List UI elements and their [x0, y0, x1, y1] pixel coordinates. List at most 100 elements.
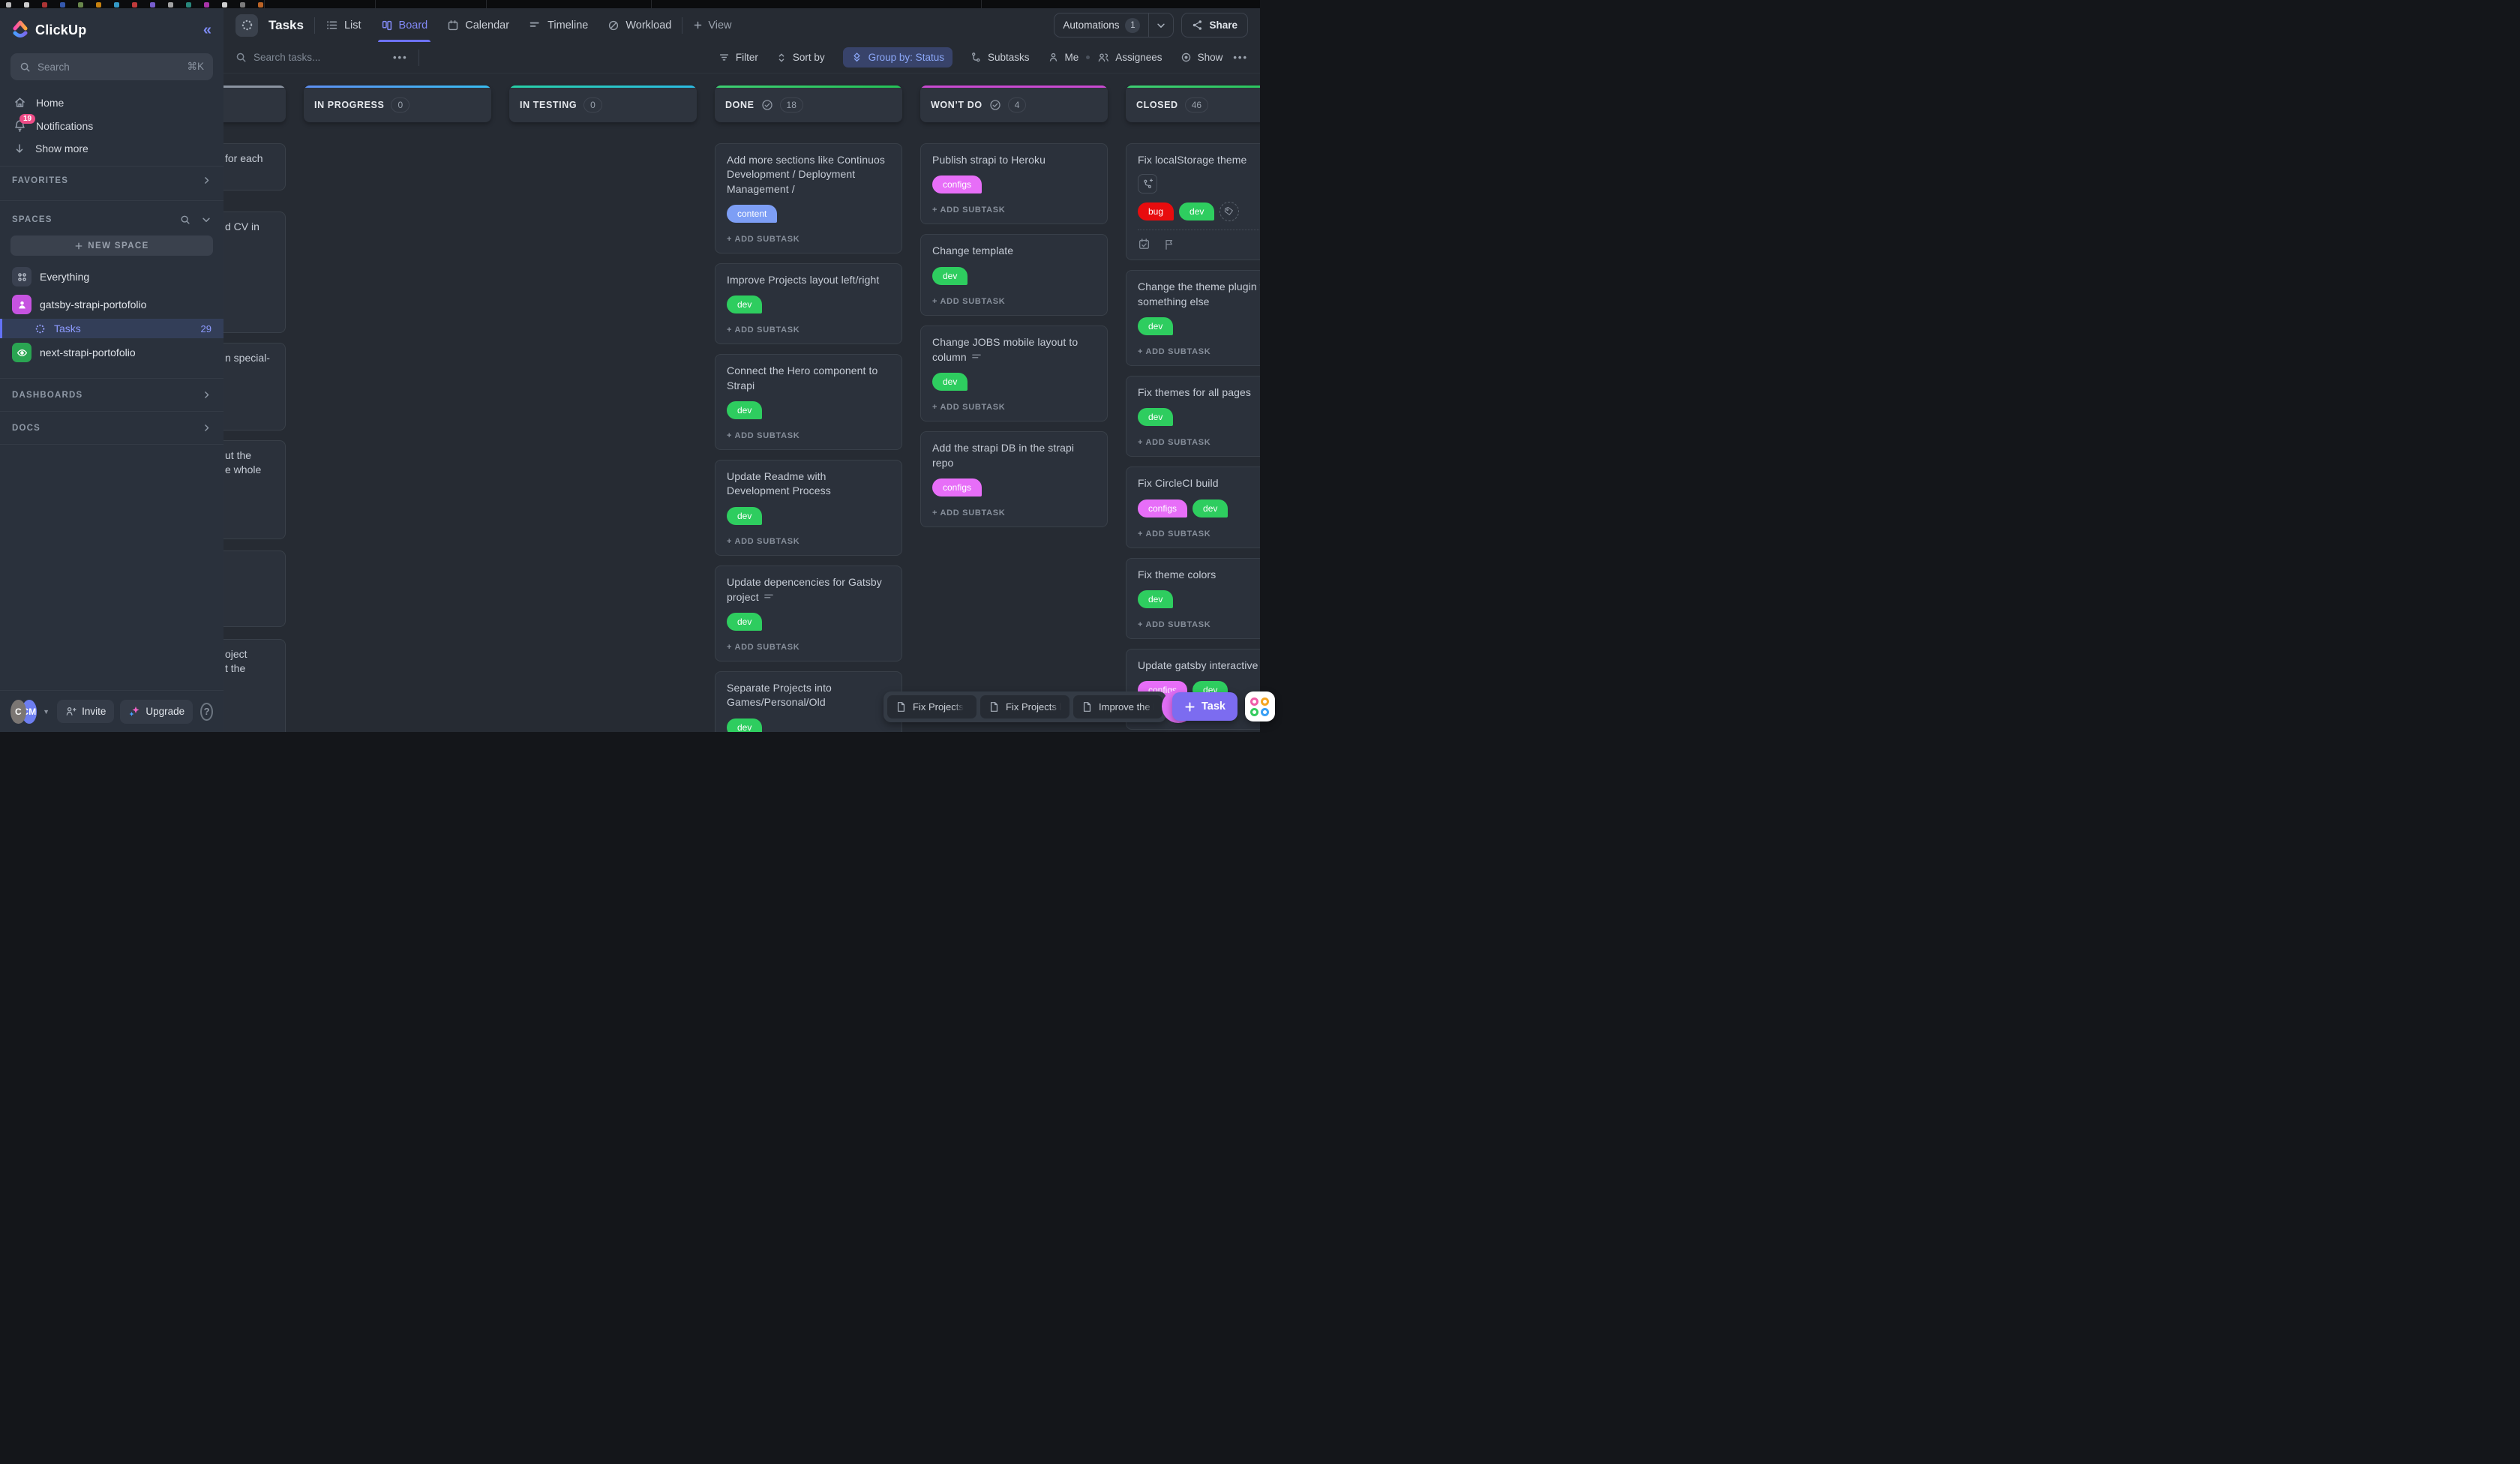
task-card[interactable]: Add more sections like Continuos Develop…	[715, 143, 902, 254]
sidebar-space-next-strapi-portofolio[interactable]: next-strapi-portofolio	[0, 339, 224, 366]
task-card[interactable]: Connect the Hero component to Strapidev+…	[715, 354, 902, 450]
tab-timeline[interactable]: Timeline	[529, 8, 588, 42]
task-card[interactable]: for each	[224, 143, 286, 190]
sidebar-section-dashboards[interactable]: DASHBOARDS	[0, 379, 224, 411]
tag-dev[interactable]: dev	[727, 613, 762, 631]
column-header[interactable]: IN TESTING0	[509, 86, 697, 122]
share-button[interactable]: Share	[1181, 13, 1248, 38]
column-header[interactable]: WON’T DO4	[920, 86, 1108, 122]
help-button[interactable]: ?	[200, 703, 213, 721]
tag-configs[interactable]: configs	[1138, 500, 1187, 518]
column-header[interactable]: DONE18	[715, 86, 902, 122]
task-card[interactable]: oject t the	[224, 639, 286, 732]
toolbar-me[interactable]: Me	[1048, 52, 1079, 63]
add-subtask-button[interactable]: + ADD SUBTASK	[1138, 620, 1260, 629]
tag-dev[interactable]: dev	[1179, 202, 1214, 220]
clickup-apps-button[interactable]	[1245, 692, 1275, 722]
add-subtask-button[interactable]: + ADD SUBTASK	[727, 431, 890, 440]
task-card[interactable]: Fix theme colorsdev+ ADD SUBTASK	[1126, 558, 1260, 639]
sidebar-space-gatsby-strapi-portofolio[interactable]: gatsby-strapi-portofolio	[0, 291, 224, 318]
sidebar-search-input[interactable]: Search ⌘K	[10, 53, 213, 80]
tag-dev[interactable]: dev	[1138, 590, 1173, 608]
task-card[interactable]: n special-	[224, 343, 286, 430]
search-icon[interactable]	[180, 214, 190, 225]
tag-configs[interactable]: configs	[932, 176, 982, 194]
task-card[interactable]: Change JOBS mobile layout to columndev+ …	[920, 326, 1108, 422]
add-subtask-button[interactable]: + ADD SUBTASK	[932, 297, 1096, 306]
task-card[interactable]: Change the theme plugin with something e…	[1126, 270, 1260, 366]
tag-dev[interactable]: dev	[727, 718, 762, 732]
sidebar-space-everything[interactable]: Everything	[0, 263, 224, 290]
sidebar-space-tasks[interactable]: Tasks29	[0, 319, 224, 338]
tag-dev[interactable]: dev	[1138, 317, 1173, 335]
tag-dev[interactable]: dev	[727, 296, 762, 314]
more-icon[interactable]: •••	[1233, 52, 1248, 63]
tab-calendar[interactable]: Calendar	[447, 8, 509, 42]
task-card[interactable]: Improve Projects layout left/rightdev+ A…	[715, 263, 902, 344]
priority-flag-icon[interactable]	[1163, 238, 1175, 250]
add-tag-button[interactable]	[1219, 201, 1240, 223]
task-card[interactable]: Change templatedev+ ADD SUBTASK	[920, 234, 1108, 315]
add-subtask-button[interactable]: + ADD SUBTASK	[932, 403, 1096, 412]
minimized-task-fix-projects-leyo[interactable]: Fix Projects leyo	[980, 695, 1070, 718]
tag-dev[interactable]: dev	[932, 267, 968, 285]
collapse-sidebar-button[interactable]: «	[203, 22, 212, 38]
task-card[interactable]: ut the e whole	[224, 440, 286, 539]
sidebar-section-favorites[interactable]: FAVORITES	[0, 166, 224, 194]
more-icon[interactable]: •••	[393, 52, 408, 63]
tab-board[interactable]: Board	[381, 8, 428, 42]
task-card[interactable]: d CV in	[224, 212, 286, 333]
automations-button[interactable]: Automations 1	[1054, 13, 1174, 38]
column-header[interactable]: IN PROGRESS0	[304, 86, 491, 122]
sidebar-item-home[interactable]: Home	[0, 91, 224, 114]
tag-configs[interactable]: configs	[932, 478, 982, 496]
chevron-down-icon[interactable]	[201, 214, 212, 225]
tag-dev[interactable]: dev	[1192, 500, 1228, 518]
toolbar-show[interactable]: Show	[1180, 52, 1223, 63]
sidebar-section-spaces[interactable]: SPACES	[0, 206, 224, 234]
add-subtask-button[interactable]: + ADD SUBTASK	[1138, 438, 1260, 447]
toolbar-filter[interactable]: Filter	[718, 52, 758, 63]
tab-workload[interactable]: Workload	[608, 8, 671, 42]
add-subtask-button[interactable]: + ADD SUBTASK	[1138, 530, 1260, 538]
task-card[interactable]	[224, 550, 286, 627]
tag-content[interactable]: content	[727, 205, 777, 223]
minimized-task-improve-the-blog[interactable]: Improve the Blog	[1073, 695, 1162, 718]
new-space-button[interactable]: NEW SPACE	[10, 236, 213, 256]
task-card[interactable]: Separate Projects into Games/Personal/Ol…	[715, 671, 902, 732]
add-subtask-button[interactable]: + ADD SUBTASK	[932, 508, 1096, 518]
search-tasks-input[interactable]: Search tasks...	[236, 52, 382, 63]
task-card[interactable]: Update Readme with Development Processde…	[715, 460, 902, 556]
avatar[interactable]: C	[10, 700, 26, 724]
add-subtask-button[interactable]: + ADD SUBTASK	[727, 643, 890, 652]
toolbar-group-by-status[interactable]: Group by: Status	[843, 47, 952, 68]
due-date-icon[interactable]	[1138, 238, 1150, 250]
add-subtask-button[interactable]: + ADD SUBTASK	[1138, 347, 1260, 356]
upgrade-button[interactable]: Upgrade	[120, 700, 193, 724]
column-header[interactable]	[224, 86, 286, 122]
tag-dev[interactable]: dev	[727, 401, 762, 419]
task-card[interactable]: Publish strapi to Herokuconfigs+ ADD SUB…	[920, 143, 1108, 224]
tag-dev[interactable]: dev	[1138, 408, 1173, 426]
tag-dev[interactable]: dev	[932, 373, 968, 391]
chevron-down-icon[interactable]: ▼	[43, 708, 50, 716]
task-card[interactable]: Fix localStorage themebugdev	[1126, 143, 1260, 260]
add-subtask-button[interactable]: + ADD SUBTASK	[727, 326, 890, 334]
add-subtask-button[interactable]: + ADD SUBTASK	[932, 206, 1096, 214]
toolbar-assignees[interactable]: Assignees	[1097, 52, 1162, 64]
sidebar-item-show-more[interactable]: Show more	[0, 137, 224, 160]
invite-button[interactable]: Invite	[57, 700, 114, 723]
minimized-task-fix-projects[interactable]: Fix Projects	[887, 695, 976, 718]
tag-dev[interactable]: dev	[727, 507, 762, 525]
tab-list[interactable]: List	[326, 8, 362, 42]
sidebar-section-docs[interactable]: DOCS	[0, 412, 224, 444]
add-subtask-button[interactable]: + ADD SUBTASK	[727, 537, 890, 546]
task-card[interactable]: Fix themes for all pagesdev+ ADD SUBTASK	[1126, 376, 1260, 457]
add-task-button[interactable]: Task	[1172, 692, 1238, 721]
chevron-down-icon[interactable]	[1149, 20, 1173, 31]
toolbar-subtasks[interactable]: Subtasks	[970, 52, 1030, 63]
tag-bug[interactable]: bug	[1138, 202, 1174, 220]
browser-tab-strip[interactable]	[0, 0, 1260, 8]
task-card[interactable]: Update depencencies for Gatsby projectde…	[715, 566, 902, 662]
task-card[interactable]: Add the strapi DB in the strapi repoconf…	[920, 431, 1108, 527]
